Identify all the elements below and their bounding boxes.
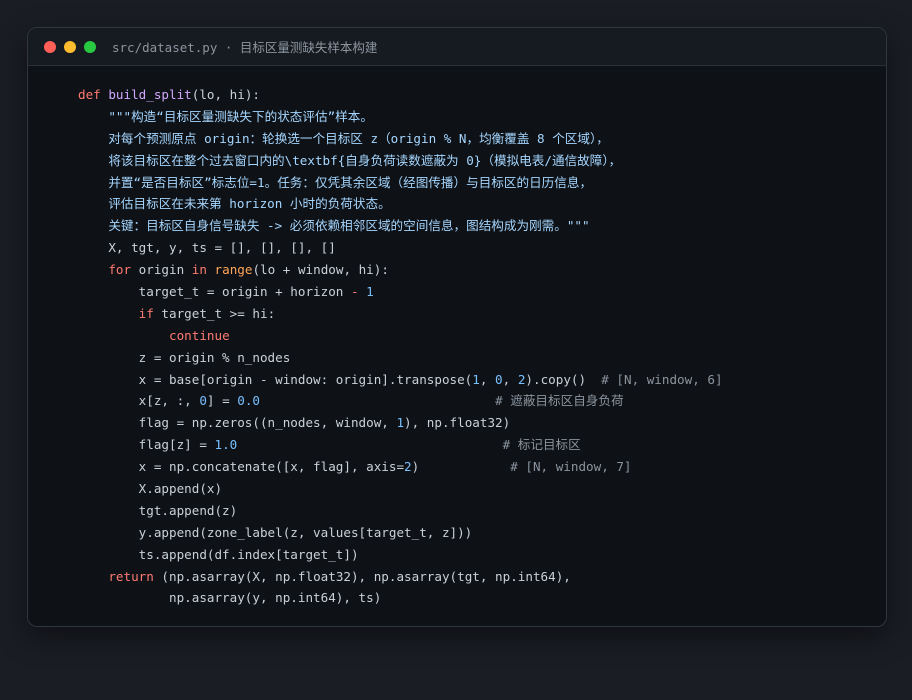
code-line: y.append(zone_label(z, values[target_t, … bbox=[78, 522, 876, 544]
code-text-token: target_t >= hi: bbox=[153, 305, 276, 321]
docstring-token: 将该目标区在整个过去窗口内的\textbf{自身负荷读数遮蔽为 0}（模拟电表/… bbox=[78, 152, 622, 168]
code-line: X, tgt, y, ts = [], [], [], [] bbox=[78, 237, 876, 259]
code-text-token: (lo + window, hi): bbox=[252, 262, 389, 278]
code-text-token: flag[z] = bbox=[78, 437, 215, 453]
code-text-token: x = np.concatenate([x, flag], axis= bbox=[78, 459, 405, 475]
number-token: 1.0 bbox=[214, 437, 238, 453]
close-window-icon[interactable] bbox=[44, 40, 56, 53]
code-line: np.asarray(y, np.int64), ts) bbox=[78, 587, 876, 609]
code-text-token: tgt.append(z) bbox=[78, 502, 238, 518]
function-name-token: build_split bbox=[108, 87, 192, 102]
code-line: x[z, :, 0] = 0.0 # 遮蔽目标区自身负荷 bbox=[78, 390, 876, 412]
code-text-token: ), np.float32) bbox=[404, 415, 511, 431]
docstring-token: 并置“是否目标区”标志位=1。任务：仅凭其余区域（经图传播）与目标区的日历信息， bbox=[78, 174, 593, 190]
code-line: return (np.asarray(X, np.float32), np.as… bbox=[78, 566, 876, 588]
code-text-token: origin bbox=[131, 262, 192, 278]
code-line: x = base[origin - window: origin].transp… bbox=[78, 369, 876, 391]
code-line: 将该目标区在整个过去窗口内的\textbf{自身负荷读数遮蔽为 0}（模拟电表/… bbox=[78, 150, 876, 172]
code-line: X.append(x) bbox=[78, 478, 876, 500]
number-token: 2 bbox=[404, 459, 412, 475]
code-block[interactable]: def build_split(lo, hi): """构造“目标区量测缺失下的… bbox=[78, 84, 876, 609]
comment-token: # 标记目标区 bbox=[502, 437, 581, 453]
code-line: x = np.concatenate([x, flag], axis=2) # … bbox=[78, 456, 876, 478]
docstring-token: 关键：目标区自身信号缺失 -> 必须依赖相邻区域的空间信息，图结构成为刚需。""… bbox=[78, 218, 590, 234]
keyword-token: continue bbox=[169, 327, 230, 343]
code-line: 对每个预测原点 origin：轮换选一个目标区 z（origin % N，均衡覆… bbox=[78, 128, 876, 150]
code-text-token: , bbox=[479, 371, 496, 387]
code-text-token: z = origin % n_nodes bbox=[78, 349, 291, 365]
number-token: 0 bbox=[199, 393, 207, 409]
keyword-token: if bbox=[138, 305, 154, 321]
comment-token: # 遮蔽目标区自身负荷 bbox=[495, 393, 624, 409]
window-title: src/dataset.py · 目标区量测缺失样本构建 bbox=[112, 40, 378, 55]
minimize-window-icon[interactable] bbox=[64, 40, 76, 53]
code-line: 关键：目标区自身信号缺失 -> 必须依赖相邻区域的空间信息，图结构成为刚需。""… bbox=[78, 215, 876, 237]
code-text-token: target_t = origin + horizon bbox=[78, 284, 351, 300]
code-text-token: ) bbox=[411, 459, 511, 475]
code-text-token: x = base[origin - window: origin].transp… bbox=[78, 371, 473, 387]
code-text-token: flag = np.zeros((n_nodes, window, bbox=[78, 415, 397, 431]
comment-token: # [N, window, 6] bbox=[601, 371, 723, 387]
code-text-token: (np.asarray(X, np.float32), np.asarray(t… bbox=[153, 568, 571, 584]
code-line: continue bbox=[78, 325, 876, 347]
code-text-token: x[z, :, bbox=[78, 393, 200, 409]
docstring-token: """构造“目标区量测缺失下的状态评估”样本。 bbox=[78, 108, 373, 124]
code-text-token: X, tgt, y, ts = [], [], [], [] bbox=[78, 240, 336, 256]
code-line: z = origin % n_nodes bbox=[78, 347, 876, 369]
keyword-token: def bbox=[78, 87, 101, 102]
code-line: 并置“是否目标区”标志位=1。任务：仅凭其余区域（经图传播）与目标区的日历信息， bbox=[78, 172, 876, 194]
code-text-token: ).copy() bbox=[525, 371, 602, 387]
code-line: """构造“目标区量测缺失下的状态评估”样本。 bbox=[78, 106, 876, 128]
code-line: def build_split(lo, hi): bbox=[78, 84, 876, 106]
title-bar: src/dataset.py · 目标区量测缺失样本构建 bbox=[28, 28, 886, 66]
comment-token: # [N, window, 7] bbox=[510, 459, 632, 475]
keyword-token: for bbox=[108, 262, 132, 278]
number-token: 0 bbox=[495, 371, 503, 387]
operator-token: - bbox=[350, 284, 359, 300]
code-text-token: np.asarray(y, np.int64), ts) bbox=[78, 590, 382, 606]
builtin-token: range bbox=[214, 262, 253, 278]
code-line: if target_t >= hi: bbox=[78, 303, 876, 325]
number-token: 0.0 bbox=[237, 393, 261, 409]
code-text-token: ] = bbox=[206, 393, 238, 409]
code-line: 评估目标区在未来第 horizon 小时的负荷状态。 bbox=[78, 193, 876, 215]
code-text-token: ts.append(df.index[target_t]) bbox=[78, 546, 359, 562]
number-token: 1 bbox=[396, 415, 405, 431]
code-line: flag = np.zeros((n_nodes, window, 1), np… bbox=[78, 412, 876, 434]
code-text-token: (lo, hi): bbox=[191, 87, 260, 102]
keyword-token: return bbox=[108, 568, 154, 584]
number-token: 1 bbox=[472, 371, 480, 387]
code-line: for origin in range(lo + window, hi): bbox=[78, 259, 876, 281]
code-line: target_t = origin + horizon - 1 bbox=[78, 281, 876, 303]
code-line: tgt.append(z) bbox=[78, 500, 876, 522]
keyword-token: in bbox=[191, 262, 207, 278]
docstring-token: 评估目标区在未来第 horizon 小时的负荷状态。 bbox=[78, 196, 391, 212]
number-token: 1 bbox=[366, 284, 374, 300]
code-line: flag[z] = 1.0 # 标记目标区 bbox=[78, 434, 876, 456]
code-text-token: , bbox=[502, 371, 518, 387]
docstring-token: 对每个预测原点 origin：轮换选一个目标区 z（origin % N，均衡覆… bbox=[78, 130, 609, 146]
code-text-token: y.append(zone_label(z, values[target_t, … bbox=[78, 524, 473, 540]
code-line: ts.append(df.index[target_t]) bbox=[78, 544, 876, 566]
code-text-token: X.append(x) bbox=[78, 481, 223, 497]
maximize-window-icon[interactable] bbox=[84, 40, 96, 53]
code-window: src/dataset.py · 目标区量测缺失样本构建 def build_s… bbox=[27, 27, 887, 627]
